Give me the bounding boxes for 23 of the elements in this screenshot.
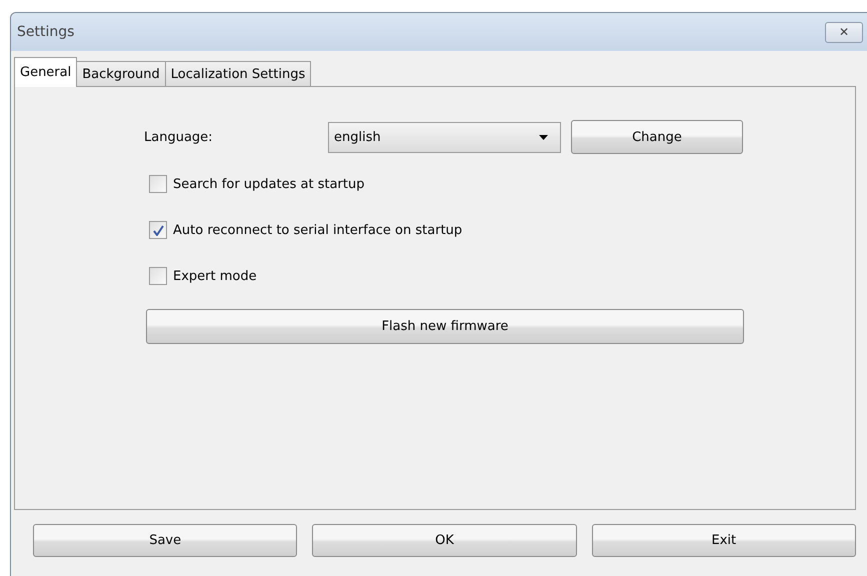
checkbox[interactable] [149, 221, 167, 239]
option-label: Auto reconnect to serial interface on startup [173, 222, 462, 238]
option-label: Expert mode [173, 268, 257, 284]
close-button[interactable]: ✕ [825, 22, 863, 42]
window-title: Settings [17, 24, 76, 40]
dropdown-arrow-icon [539, 134, 548, 140]
dialog-button[interactable]: Save [33, 524, 298, 557]
option-checkbox[interactable]: Expert mode [149, 265, 855, 287]
checkbox[interactable] [149, 175, 167, 193]
language-dropdown[interactable]: english [328, 122, 561, 152]
checkbox[interactable] [149, 267, 167, 285]
option-checkbox[interactable]: Search for updates at startup [149, 173, 855, 195]
checkmark-icon [152, 224, 164, 236]
tab[interactable]: General [14, 57, 78, 87]
dialog-button[interactable]: Exit [592, 524, 856, 557]
tab[interactable]: Localization Settings [164, 61, 312, 87]
option-checkbox[interactable]: Auto reconnect to serial interface on startup [149, 219, 855, 241]
language-label: Language: [144, 130, 214, 144]
option-label: Search for updates at startup [173, 176, 364, 192]
dialog-button[interactable]: OK [312, 524, 577, 557]
change-button[interactable]: Change [571, 120, 743, 154]
tab[interactable]: Background [76, 61, 166, 87]
flash-firmware-button[interactable]: Flash new firmware [146, 309, 744, 344]
